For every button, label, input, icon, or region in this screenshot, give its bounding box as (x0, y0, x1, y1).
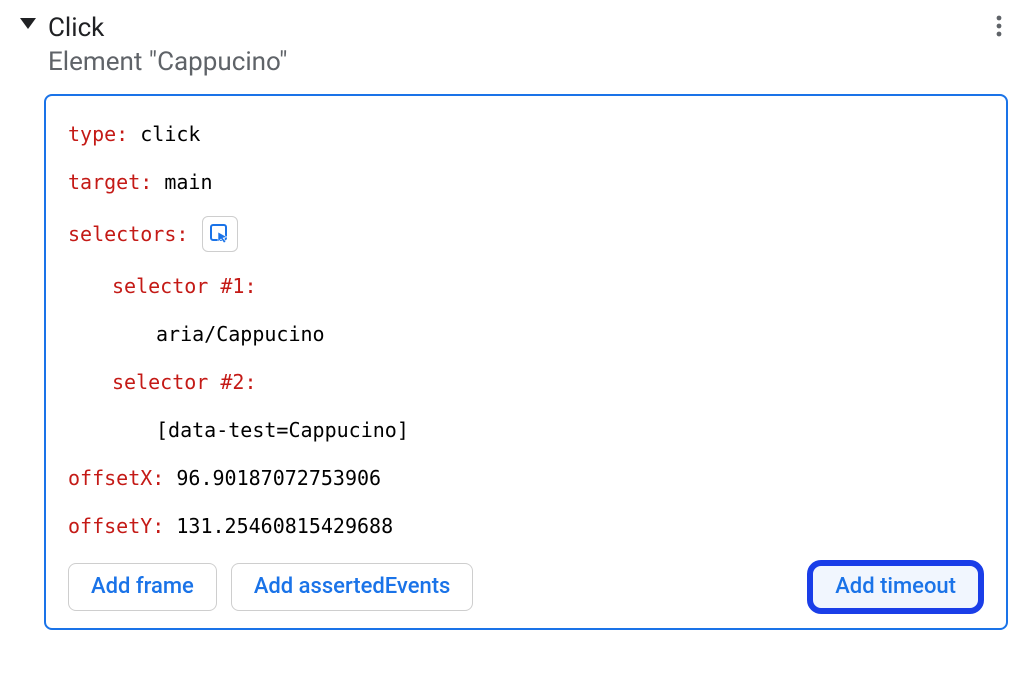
step-header-left: Click Element "Cappucino" (20, 12, 287, 80)
selector-2-value-row[interactable]: [data-test=Cappucino] (68, 416, 984, 444)
target-row: target: main (68, 168, 984, 196)
collapse-chevron-icon[interactable] (20, 18, 36, 30)
colon: : (176, 222, 188, 246)
step-details-panel: type: click target: main selectors: sele… (44, 94, 1008, 630)
selector-2-value: [data-test=Cappucino] (156, 418, 409, 442)
type-key: type (68, 122, 116, 146)
offsetx-row: offsetX: 96.90187072753906 (68, 464, 984, 492)
offsetx-value[interactable]: 96.90187072753906 (176, 466, 381, 490)
colon: : (244, 370, 256, 394)
selectors-label: selectors: (68, 222, 188, 246)
offsety-value[interactable]: 131.25460815429688 (176, 514, 393, 538)
colon: : (116, 122, 128, 146)
type-row: type: click (68, 120, 984, 148)
selectors-key: selectors (68, 222, 176, 246)
colon: : (140, 170, 152, 194)
selector-1-value: aria/Cappucino (156, 322, 325, 346)
step-header: Click Element "Cappucino" (20, 10, 1010, 94)
target-value[interactable]: main (164, 170, 212, 194)
selector-1-row: selector #1: (68, 272, 984, 300)
step-title: Click (48, 12, 287, 46)
selector-2-key: selector #2 (112, 370, 244, 394)
offsety-key: offsetY (68, 514, 152, 538)
selectors-row: selectors: (68, 216, 984, 252)
target-key: target (68, 170, 140, 194)
colon: : (244, 274, 256, 298)
offsety-row: offsetY: 131.25460815429688 (68, 512, 984, 540)
selector-1-key: selector #1 (112, 274, 244, 298)
colon: : (152, 514, 164, 538)
type-value[interactable]: click (140, 122, 200, 146)
selector-1-value-row[interactable]: aria/Cappucino (68, 320, 984, 348)
step-title-group: Click Element "Cappucino" (48, 12, 287, 80)
selector-2-row: selector #2: (68, 368, 984, 396)
add-frame-button[interactable]: Add frame (68, 563, 217, 611)
step-subtitle: Element "Cappucino" (48, 46, 287, 80)
add-asserted-events-button[interactable]: Add assertedEvents (231, 563, 474, 611)
colon: : (152, 466, 164, 490)
add-timeout-button[interactable]: Add timeout (807, 560, 984, 614)
more-menu-icon[interactable] (988, 10, 1010, 42)
action-button-row: Add frame Add assertedEvents Add timeout (68, 560, 984, 614)
select-element-button[interactable] (202, 216, 238, 252)
offsetx-key: offsetX (68, 466, 152, 490)
